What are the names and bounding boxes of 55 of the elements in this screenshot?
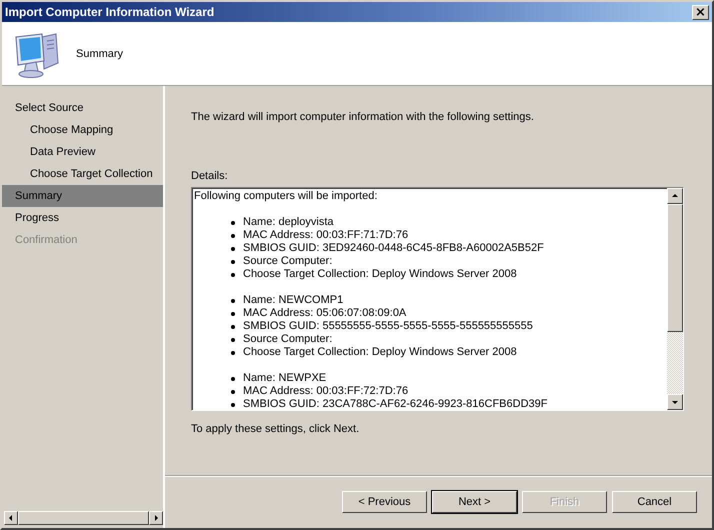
step-item[interactable]: Select Source: [2, 97, 163, 119]
detail-line: Name: deployvista: [243, 216, 334, 229]
step-item[interactable]: Data Preview: [2, 141, 163, 163]
detail-line: Name: NEWCOMP1: [243, 294, 344, 307]
wizard-button[interactable]: Cancel: [612, 491, 697, 513]
bullet-icon: [231, 220, 235, 224]
intro-text: The wizard will import computer information with the following settings.: [191, 111, 535, 123]
step-item[interactable]: Progress: [2, 207, 163, 229]
up-arrow-icon: [671, 192, 679, 200]
right-arrow-icon: [152, 514, 160, 522]
details-label: Details:: [191, 170, 229, 182]
horizontal-scrollbar[interactable]: [4, 511, 163, 525]
down-arrow-icon: [671, 398, 679, 406]
scroll-down-button[interactable]: [667, 394, 683, 410]
detail-line: MAC Address: 00:03:FF:72:7D:76: [243, 385, 408, 398]
detail-line: SMBIOS GUID: 55555555-5555-5555-5555-555555555555: [243, 320, 533, 333]
close-button[interactable]: ×: [692, 4, 709, 20]
scroll-thumb[interactable]: [667, 204, 683, 332]
scroll-thumb[interactable]: [18, 511, 149, 525]
detail-line: MAC Address: 05:06:07:08:09:0A: [243, 307, 406, 320]
step-item[interactable]: Choose Mapping: [2, 119, 163, 141]
detail-line: Source Computer:: [243, 255, 332, 268]
detail-line: MAC Address: 00:03:FF:71:7D:76: [243, 229, 408, 242]
wizard-button[interactable]: Next >: [432, 491, 517, 513]
details-textbox[interactable]: [191, 187, 684, 411]
scroll-right-button[interactable]: [149, 511, 163, 525]
bullet-icon: [231, 338, 235, 342]
bullet-icon: [231, 298, 235, 302]
bullet-icon: [231, 234, 235, 238]
bullet-icon: [231, 390, 235, 394]
bullet-icon: [231, 324, 235, 328]
detail-line: SMBIOS GUID: 23CA788C-AF62-6246-9923-816CFB6DD39F: [243, 398, 548, 410]
details-heading: Following computers will be imported:: [194, 190, 378, 203]
step-item[interactable]: Summary: [2, 185, 163, 207]
window-title: Import Computer Information Wizard: [5, 5, 214, 19]
vertical-scrollbar[interactable]: [667, 188, 683, 410]
bullet-icon: [231, 260, 235, 264]
left-arrow-icon: [7, 514, 15, 522]
bullet-icon: [231, 312, 235, 316]
bullet-icon: [231, 246, 235, 250]
hint-text: To apply these settings, click Next.: [191, 423, 360, 435]
step-item[interactable]: Choose Target Collection: [2, 163, 163, 185]
detail-line: Choose Target Collection: Deploy Windows Server 2008: [243, 268, 517, 281]
bullet-icon: [231, 272, 235, 276]
detail-line: Source Computer:: [243, 333, 332, 346]
bullet-icon: [231, 402, 235, 406]
detail-line: Choose Target Collection: Deploy Windows Server 2008: [243, 346, 517, 359]
bullet-icon: [231, 376, 235, 380]
scroll-left-button[interactable]: [4, 511, 18, 525]
detail-line: SMBIOS GUID: 3ED92460-0448-6C45-8FB8-A60002A5B52F: [243, 242, 544, 255]
bullet-icon: [231, 350, 235, 354]
page-title: Summary: [76, 48, 124, 60]
scroll-up-button[interactable]: [667, 188, 683, 204]
wizard-button[interactable]: < Previous: [342, 491, 427, 513]
detail-line: Name: NEWPXE: [243, 372, 326, 385]
